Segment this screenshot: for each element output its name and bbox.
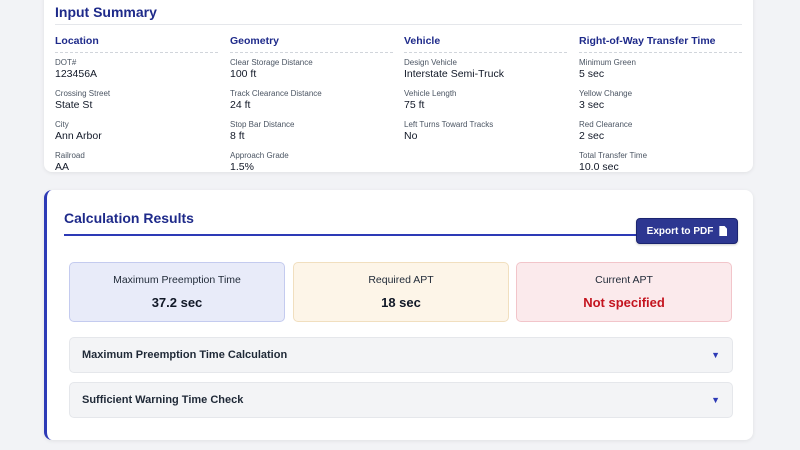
field-value: 100 ft	[230, 68, 257, 80]
field-label: Total Transfer Time	[579, 151, 648, 160]
warning-time-check-accordion[interactable]: Sufficient Warning Time Check ▼	[69, 382, 733, 418]
required-apt-metric: Required APT 18 sec	[293, 262, 509, 322]
column-heading: Vehicle	[404, 35, 567, 53]
field: Yellow Change 3 sec	[579, 89, 742, 112]
field-value: AA	[55, 161, 70, 173]
field-value: State St	[55, 99, 93, 111]
field-value: 8 ft	[230, 130, 245, 142]
field-label: City	[55, 120, 69, 129]
field-label: Approach Grade	[230, 151, 289, 160]
field: Crossing Street State St	[55, 89, 218, 112]
export-pdf-button[interactable]: Export to PDF	[636, 218, 738, 244]
field-label: DOT#	[55, 58, 77, 67]
input-summary-card: Input Summary Location DOT# 123456A Cross…	[44, 0, 753, 173]
field: Minimum Green 5 sec	[579, 58, 742, 81]
field: DOT# 123456A	[55, 58, 218, 81]
vehicle-column: Vehicle Design Vehicle Interstate Semi-Tr…	[404, 35, 567, 151]
field-label: Minimum Green	[579, 58, 636, 67]
field: Left Turns Toward Tracks No	[404, 120, 567, 143]
field-label: Left Turns Toward Tracks	[404, 120, 494, 129]
field-label: Crossing Street	[55, 89, 111, 98]
field-label: Stop Bar Distance	[230, 120, 295, 129]
input-summary-title: Input Summary	[55, 4, 157, 20]
field-label: Vehicle Length	[404, 89, 457, 98]
geometry-column: Geometry Clear Storage Distance 100 ft Tr…	[230, 35, 393, 182]
field-value: 5 sec	[579, 68, 605, 80]
divider	[55, 24, 742, 25]
metric-value: 37.2 sec	[151, 295, 203, 310]
field-value: 75 ft	[404, 99, 425, 111]
field: Track Clearance Distance 24 ft	[230, 89, 393, 112]
export-label: Export to PDF	[646, 225, 714, 237]
field: Total Transfer Time 10.0 sec	[579, 151, 742, 174]
field-value: Ann Arbor	[55, 130, 102, 142]
current-apt-metric: Current APT Not specified	[516, 262, 732, 322]
field: Approach Grade 1.5%	[230, 151, 393, 174]
transfer-time-column: Right-of-Way Transfer Time Minimum Green…	[579, 35, 742, 182]
field: Clear Storage Distance 100 ft	[230, 58, 393, 81]
location-column: Location DOT# 123456A Crossing Street Stat…	[55, 35, 218, 182]
field-label: Red Clearance	[579, 120, 633, 129]
accordion-label: Sufficient Warning Time Check	[82, 394, 244, 406]
metric-label: Maximum Preemption Time	[113, 274, 241, 286]
field: Vehicle Length 75 ft	[404, 89, 567, 112]
results-title: Calculation Results	[64, 210, 194, 226]
chevron-down-icon: ▼	[711, 350, 720, 360]
field: Stop Bar Distance 8 ft	[230, 120, 393, 143]
field-value: 123456A	[55, 68, 98, 80]
results-divider	[64, 234, 640, 236]
field-value: No	[404, 130, 418, 142]
calculation-results-card: Calculation Results Export to PDF Maximu…	[44, 190, 753, 440]
column-heading: Location	[55, 35, 218, 53]
field: Railroad AA	[55, 151, 218, 174]
field-label: Yellow Change	[579, 89, 633, 98]
max-preemption-metric: Maximum Preemption Time 37.2 sec	[69, 262, 285, 322]
field: Red Clearance 2 sec	[579, 120, 742, 143]
metric-value: 18 sec	[381, 295, 421, 310]
field-label: Track Clearance Distance	[230, 89, 322, 98]
column-heading: Right-of-Way Transfer Time	[579, 35, 742, 53]
field-label: Railroad	[55, 151, 85, 160]
field-value: 1.5%	[230, 161, 254, 173]
max-preemption-calculation-accordion[interactable]: Maximum Preemption Time Calculation ▼	[69, 337, 733, 373]
accordion-label: Maximum Preemption Time Calculation	[82, 349, 288, 361]
field-value: 3 sec	[579, 99, 605, 111]
field-value: 24 ft	[230, 99, 251, 111]
field: Design Vehicle Interstate Semi-Truck	[404, 58, 567, 81]
field-value: 2 sec	[579, 130, 605, 142]
metric-label: Current APT	[595, 274, 653, 286]
field: City Ann Arbor	[55, 120, 218, 143]
field-label: Design Vehicle	[404, 58, 457, 67]
field-value: Interstate Semi-Truck	[404, 68, 504, 80]
chevron-down-icon: ▼	[711, 395, 720, 405]
metric-label: Required APT	[368, 274, 434, 286]
column-heading: Geometry	[230, 35, 393, 53]
field-value: 10.0 sec	[579, 161, 619, 173]
document-icon	[719, 226, 728, 236]
field-label: Clear Storage Distance	[230, 58, 313, 67]
metric-value: Not specified	[583, 295, 665, 310]
